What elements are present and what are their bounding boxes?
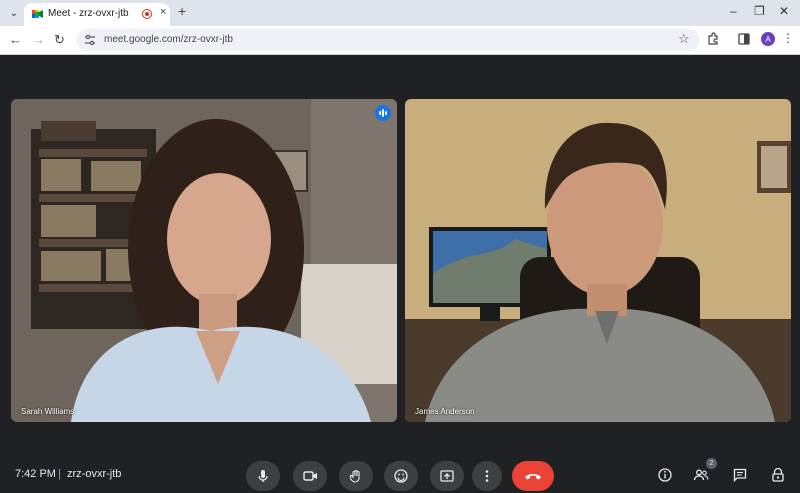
host-controls-button[interactable]: [769, 466, 787, 484]
extensions-icon[interactable]: [706, 32, 720, 46]
recording-indicator-icon: [142, 9, 152, 19]
chat-icon: [733, 468, 747, 483]
camera-icon: [303, 471, 317, 481]
info-separator: |: [58, 468, 61, 480]
side-panel-icon[interactable]: [737, 32, 751, 46]
participant-name-label: Sarah Williams: [21, 407, 75, 416]
more-options-icon: [485, 470, 489, 482]
present-screen-icon: [440, 470, 454, 482]
people-icon: [693, 469, 709, 481]
browser-tab-meet[interactable]: Meet - zrz-ovxr-jtb ×: [24, 3, 170, 26]
forward-icon[interactable]: →: [32, 32, 45, 47]
info-icon: [658, 468, 672, 482]
participant-tile-sarah[interactable]: Sarah Williams: [11, 99, 397, 422]
browser-toolbar: ← → ↻ meet.google.com/zrz-ovxr-jtb ☆ A ⋮: [0, 26, 800, 55]
reload-icon[interactable]: ↻: [54, 32, 65, 48]
url-text: meet.google.com/zrz-ovxr-jtb: [104, 34, 233, 45]
restore-icon[interactable]: ❐: [754, 4, 765, 18]
end-call-icon: [525, 474, 541, 480]
browser-tab-strip: ⌄ Meet - zrz-ovxr-jtb × + – ❐ ✕: [0, 0, 800, 26]
google-meet-favicon-icon: [32, 10, 43, 18]
camera-button[interactable]: [293, 461, 327, 491]
meeting-time: 7:42 PM: [15, 468, 56, 480]
participant-name-label: James Anderson: [415, 407, 475, 416]
microphone-button[interactable]: [246, 461, 280, 491]
new-tab-button[interactable]: +: [178, 3, 186, 19]
window-close-icon[interactable]: ✕: [779, 4, 789, 18]
meeting-details-button[interactable]: [656, 466, 674, 484]
speaking-indicator-icon: [375, 105, 391, 121]
more-options-button[interactable]: [472, 461, 502, 491]
meeting-code: zrz-ovxr-jtb: [67, 468, 122, 480]
address-bar[interactable]: meet.google.com/zrz-ovxr-jtb ☆: [76, 29, 700, 51]
raise-hand-icon: [349, 469, 360, 483]
bookmark-star-icon[interactable]: ☆: [678, 31, 690, 47]
tab-search-chevron-icon[interactable]: ⌄: [6, 5, 22, 21]
microphone-icon: [258, 470, 268, 482]
raise-hand-button[interactable]: [339, 461, 373, 491]
participant-tile-james[interactable]: James Anderson: [405, 99, 791, 422]
emoji-icon: [394, 469, 408, 483]
minimize-icon[interactable]: –: [730, 4, 737, 18]
tab-title: Meet - zrz-ovxr-jtb: [48, 8, 129, 19]
present-screen-button[interactable]: [430, 461, 464, 491]
participant-video-james: [405, 99, 791, 422]
back-icon[interactable]: ←: [9, 32, 22, 47]
leave-call-button[interactable]: [512, 461, 554, 491]
browser-menu-icon[interactable]: ⋮: [782, 31, 794, 45]
chat-button[interactable]: [731, 466, 749, 484]
profile-avatar[interactable]: A: [761, 32, 775, 46]
tab-close-icon[interactable]: ×: [160, 6, 166, 18]
people-button[interactable]: [692, 466, 710, 484]
emoji-reactions-button[interactable]: [384, 461, 418, 491]
participant-video-sarah: [11, 99, 397, 422]
site-info-icon[interactable]: [84, 34, 96, 46]
host-controls-icon: [772, 467, 784, 482]
people-count-badge: 2: [706, 458, 717, 469]
